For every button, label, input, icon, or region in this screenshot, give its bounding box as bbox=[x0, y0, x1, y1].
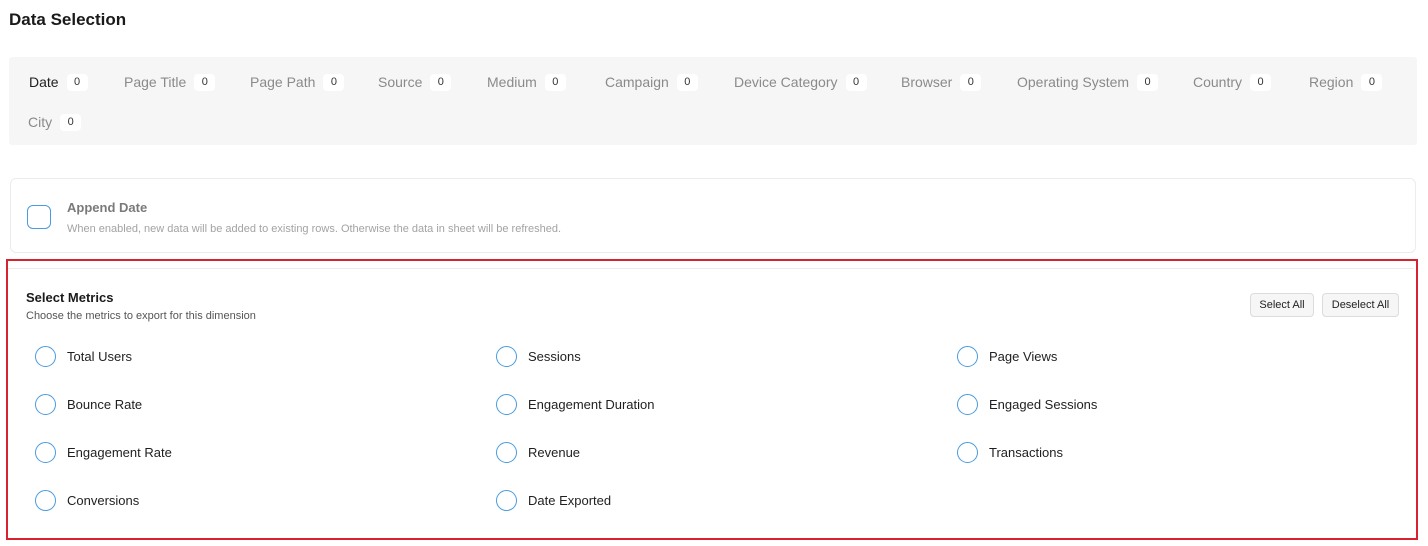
metric-checkbox[interactable] bbox=[35, 442, 56, 463]
tab-label: Source bbox=[378, 74, 423, 90]
metric-conversions[interactable]: Conversions bbox=[35, 490, 139, 511]
tab-region[interactable]: Region 0 bbox=[1309, 72, 1383, 92]
page-title: Data Selection bbox=[9, 10, 127, 29]
metric-engagement-duration[interactable]: Engagement Duration bbox=[496, 394, 654, 415]
select-all-button[interactable]: Select All bbox=[1250, 293, 1314, 317]
metric-checkbox[interactable] bbox=[496, 490, 517, 511]
metric-label: Conversions bbox=[67, 493, 140, 508]
tab-medium[interactable]: Medium 0 bbox=[487, 72, 566, 92]
tab-count-badge: 0 bbox=[66, 73, 88, 91]
tab-country[interactable]: Country 0 bbox=[1193, 72, 1272, 92]
metric-label: Date Exported bbox=[528, 493, 612, 508]
tab-count-badge: 0 bbox=[60, 113, 82, 131]
metric-label: Revenue bbox=[528, 445, 581, 460]
append-date-checkbox[interactable] bbox=[27, 205, 51, 229]
tab-label: Campaign bbox=[605, 74, 669, 90]
tab-label: Date bbox=[29, 74, 59, 90]
metric-label: Engagement Rate bbox=[67, 445, 172, 460]
tab-page-path[interactable]: Page Path 0 bbox=[250, 72, 345, 92]
dimension-tabs: Date 0 Page Title 0 Page Path 0 Source 0… bbox=[9, 57, 1417, 145]
deselect-all-button[interactable]: Deselect All bbox=[1322, 293, 1399, 317]
append-date-title: Append Date bbox=[67, 200, 148, 215]
append-date-card: Append Date When enabled, new data will … bbox=[10, 178, 1416, 253]
tab-campaign[interactable]: Campaign 0 bbox=[605, 72, 698, 92]
metric-label: Bounce Rate bbox=[67, 397, 143, 412]
tab-label: Operating System bbox=[1017, 74, 1130, 90]
metric-bounce-rate[interactable]: Bounce Rate bbox=[35, 394, 142, 415]
metric-transactions[interactable]: Transactions bbox=[957, 442, 1063, 463]
tab-label: Medium bbox=[487, 74, 537, 90]
tab-source[interactable]: Source 0 bbox=[378, 72, 452, 92]
tab-operating-system[interactable]: Operating System 0 bbox=[1017, 72, 1159, 92]
metric-page-views[interactable]: Page Views bbox=[957, 346, 1057, 367]
tab-count-badge: 0 bbox=[845, 73, 867, 91]
metric-checkbox[interactable] bbox=[35, 394, 56, 415]
tab-page-title[interactable]: Page Title 0 bbox=[124, 72, 216, 92]
tab-count-badge: 0 bbox=[194, 73, 216, 91]
metric-label: Transactions bbox=[989, 445, 1063, 460]
tab-count-badge: 0 bbox=[1361, 73, 1383, 91]
tab-date[interactable]: Date 0 bbox=[29, 72, 88, 92]
tab-count-badge: 0 bbox=[430, 73, 452, 91]
tab-count-badge: 0 bbox=[1250, 73, 1272, 91]
metric-total-users[interactable]: Total Users bbox=[35, 346, 132, 367]
metrics-subtitle: Choose the metrics to export for this di… bbox=[26, 310, 256, 322]
metric-label: Engagement Duration bbox=[528, 397, 655, 412]
tab-label: City bbox=[28, 114, 53, 130]
tab-browser[interactable]: Browser 0 bbox=[901, 72, 982, 92]
metric-label: Engaged Sessions bbox=[989, 397, 1098, 412]
append-date-description: When enabled, new data will be added to … bbox=[67, 223, 562, 235]
metric-checkbox[interactable] bbox=[957, 442, 978, 463]
metric-checkbox[interactable] bbox=[35, 490, 56, 511]
metric-engagement-rate[interactable]: Engagement Rate bbox=[35, 442, 172, 463]
metric-engaged-sessions[interactable]: Engaged Sessions bbox=[957, 394, 1097, 415]
metric-revenue[interactable]: Revenue bbox=[496, 442, 580, 463]
highlight-box bbox=[6, 259, 1418, 540]
metric-date-exported[interactable]: Date Exported bbox=[496, 490, 611, 511]
metric-checkbox[interactable] bbox=[35, 346, 56, 367]
tab-count-badge: 0 bbox=[676, 73, 698, 91]
metric-checkbox[interactable] bbox=[496, 394, 517, 415]
metric-checkbox[interactable] bbox=[496, 442, 517, 463]
tab-label: Device Category bbox=[734, 74, 838, 90]
metric-checkbox[interactable] bbox=[496, 346, 517, 367]
tab-count-badge: 0 bbox=[960, 73, 982, 91]
tab-device-category[interactable]: Device Category 0 bbox=[734, 72, 867, 92]
tab-city[interactable]: City 0 bbox=[28, 112, 82, 132]
tab-count-badge: 0 bbox=[544, 73, 566, 91]
metric-label: Total Users bbox=[67, 349, 133, 364]
metric-checkbox[interactable] bbox=[957, 394, 978, 415]
tab-label: Country bbox=[1193, 74, 1243, 90]
metric-checkbox[interactable] bbox=[957, 346, 978, 367]
metric-sessions[interactable]: Sessions bbox=[496, 346, 581, 367]
tab-count-badge: 0 bbox=[323, 73, 345, 91]
metrics-title: Select Metrics bbox=[26, 290, 114, 305]
tab-label: Page Title bbox=[124, 74, 187, 90]
tab-count-badge: 0 bbox=[1137, 73, 1159, 91]
tab-label: Page Path bbox=[250, 74, 316, 90]
tab-label: Region bbox=[1309, 74, 1354, 90]
tab-label: Browser bbox=[901, 74, 953, 90]
metric-label: Page Views bbox=[989, 349, 1058, 364]
metric-label: Sessions bbox=[528, 349, 581, 364]
